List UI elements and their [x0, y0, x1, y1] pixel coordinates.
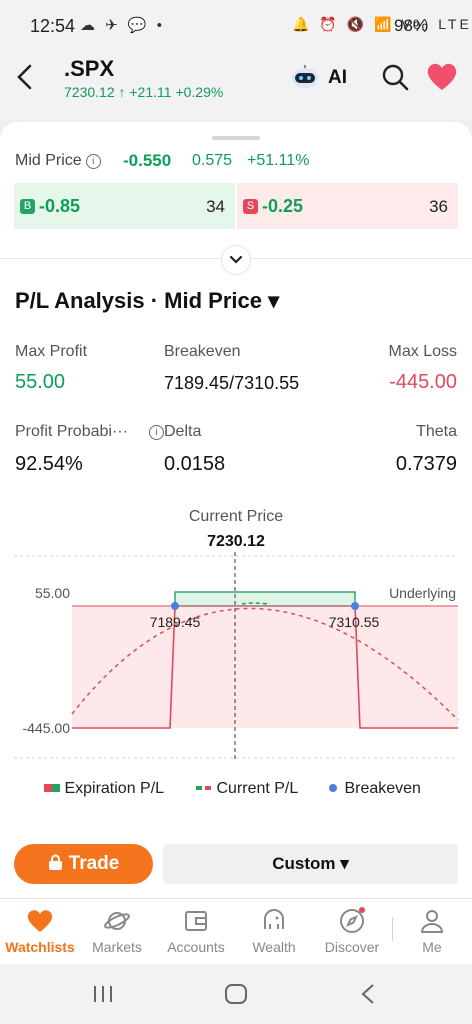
bottom-tab-bar: Watchlists Markets Accounts Wealth Disco… — [0, 898, 472, 965]
expand-button[interactable] — [221, 245, 251, 275]
y-tick-min: -445.00 — [23, 720, 71, 736]
favorite-button[interactable] — [426, 62, 458, 92]
info-icon[interactable]: i — [85, 154, 101, 169]
mid-price-secondary: 0.575 — [192, 152, 233, 169]
bid-tag: B — [20, 199, 35, 214]
max-loss-value: -445.00 — [389, 371, 457, 393]
tab-markets[interactable]: Markets — [77, 907, 157, 955]
breakeven-legend-icon — [329, 784, 337, 792]
breakeven-label: Breakeven — [164, 343, 241, 360]
breakeven-value: 7189.45/7310.55 — [164, 373, 300, 393]
tab-discover[interactable]: Discover — [312, 907, 392, 955]
chevron-down-icon — [229, 255, 243, 264]
current-legend-icon — [196, 786, 211, 790]
status-bar: 12:54 ☁ ✈ 💬 • 🔔 ⏰ 🔇 📶 Vo) LTE 98% — [0, 0, 472, 50]
bid-box[interactable]: B -0.85 34 — [14, 183, 235, 229]
back-button[interactable] — [12, 62, 40, 92]
legend-breakeven: Breakeven — [328, 780, 421, 798]
lock-icon — [48, 854, 62, 870]
info-icon[interactable]: i — [149, 425, 164, 440]
option-detail-card: Mid Price i -0.550 0.575 +51.11% B -0.85 … — [0, 122, 472, 900]
delta-value: 0.0158 — [164, 453, 226, 475]
status-time: 12:54 — [30, 16, 76, 36]
heart-icon — [427, 63, 457, 90]
trade-button[interactable]: Trade — [14, 844, 153, 884]
bid-price: -0.85 — [39, 196, 81, 216]
elephant-icon — [264, 909, 284, 929]
custom-strategy-button[interactable]: Custom ▾ — [163, 844, 458, 884]
delta-label: Delta — [164, 423, 202, 440]
max-profit-value: 55.00 — [15, 371, 66, 393]
tab-wealth[interactable]: Wealth — [234, 907, 314, 955]
breakeven-label-high: 7310.55 — [329, 614, 380, 630]
heart-icon — [27, 910, 53, 932]
ticker-symbol: .SPX — [64, 56, 115, 81]
battery-level: 98% — [394, 16, 429, 35]
ai-button[interactable]: AI — [290, 64, 360, 94]
planet-icon — [104, 912, 130, 930]
ai-label: AI — [328, 67, 347, 88]
mid-price-percent: +51.11% — [247, 152, 310, 169]
y-tick-max: 55.00 — [35, 585, 70, 601]
current-price-label: Current Price — [188, 508, 284, 525]
max-profit-label: Max Profit — [15, 343, 88, 360]
pl-analysis-title[interactable]: P/L Analysis · Mid Price ▾ — [15, 288, 279, 314]
profit-probability-label: Profit Probabi··· — [15, 423, 128, 440]
recent-apps-icon[interactable] — [92, 984, 114, 1004]
system-nav-bar — [0, 964, 472, 1024]
legend-current: Current P/L — [196, 780, 298, 798]
profit-probability-value: 92.54% — [15, 453, 83, 475]
tab-accounts[interactable]: Accounts — [156, 907, 236, 955]
search-icon — [382, 64, 409, 91]
bid-size: 34 — [206, 197, 225, 216]
underlying-label: Underlying — [389, 585, 456, 601]
ask-price: -0.25 — [262, 196, 304, 216]
tab-watchlists[interactable]: Watchlists — [0, 907, 80, 955]
drag-handle[interactable] — [212, 136, 260, 140]
legend-expiration: Expiration P/L — [44, 780, 164, 798]
robot-icon — [292, 65, 318, 88]
header: .SPX 7230.12 ↑ +21.11 +0.29% AI — [0, 50, 472, 120]
mid-price-value: -0.550 — [123, 151, 172, 170]
ask-tag: S — [243, 199, 258, 214]
theta-label: Theta — [416, 423, 457, 440]
breakeven-point — [351, 602, 359, 610]
compass-icon — [340, 907, 365, 933]
person-icon — [420, 910, 444, 933]
expiration-legend-icon — [44, 784, 60, 792]
theta-value: 0.7379 — [395, 453, 457, 475]
breakeven-point — [171, 602, 179, 610]
home-icon[interactable] — [224, 983, 248, 1005]
current-price-value: 7230.12 — [207, 533, 265, 550]
tab-me[interactable]: Me — [392, 907, 472, 955]
breakeven-label-low: 7189.45 — [150, 614, 201, 630]
max-loss-label: Max Loss — [388, 343, 457, 360]
search-button[interactable] — [380, 62, 410, 92]
mid-price-label: Mid Price i — [15, 152, 101, 170]
system-icons: 🔔 ⏰ 🔇 📶 Vo) LTE — [292, 16, 472, 32]
chevron-left-icon — [17, 64, 32, 90]
ticker-quote: 7230.12 ↑ +21.11 +0.29% — [64, 84, 224, 100]
ask-box[interactable]: S -0.25 36 — [237, 183, 458, 229]
pl-chart[interactable]: 55.00 -445.00 Underlying 7189.45 7310.55 — [0, 552, 472, 762]
notification-icons: ☁ ✈ 💬 • — [80, 17, 165, 34]
loss-zone — [72, 606, 458, 728]
ask-size: 36 — [429, 197, 448, 216]
wallet-icon — [185, 911, 207, 931]
back-nav-icon[interactable] — [360, 983, 376, 1005]
